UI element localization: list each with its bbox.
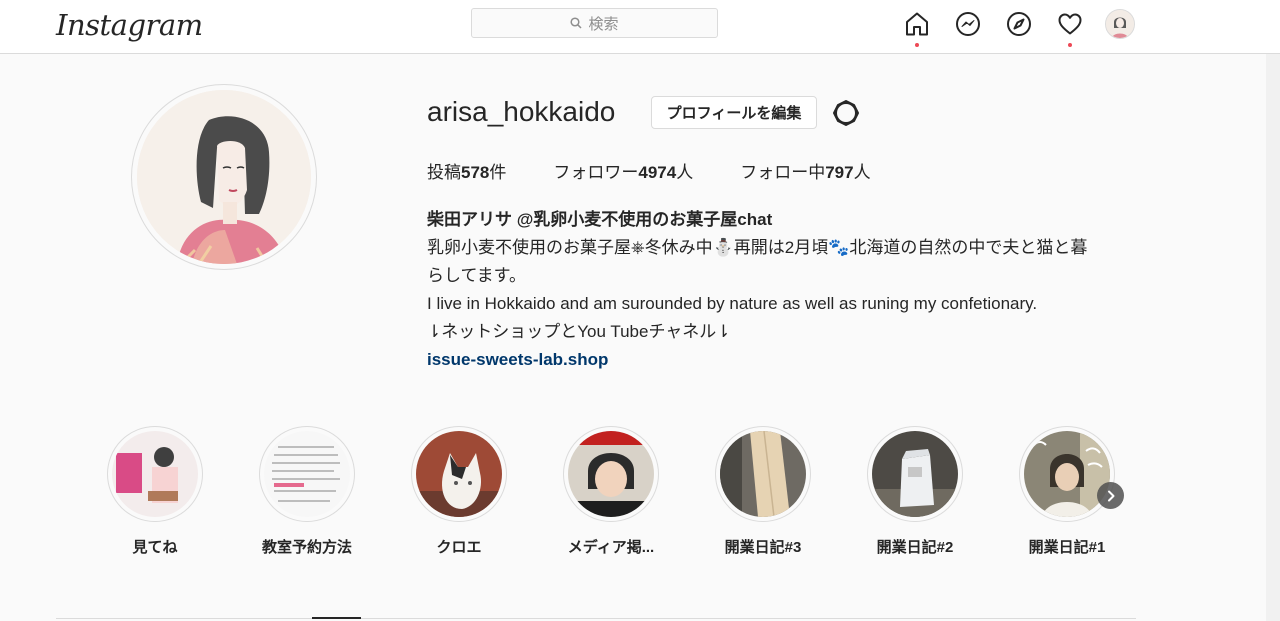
home-notification-dot	[915, 43, 919, 47]
following-link[interactable]: フォロー中797人	[740, 158, 870, 183]
bio-display-name: 柴田アリサ @乳卵小麦不使用のお菓子屋chat	[427, 210, 773, 229]
search-icon	[570, 17, 583, 29]
profile-username: arisa_hokkaido	[427, 96, 616, 127]
highlight-cover	[568, 431, 654, 517]
bio-line: らしてます。	[427, 266, 526, 285]
messenger-icon[interactable]	[955, 11, 981, 37]
active-tab-indicator	[312, 617, 361, 619]
highlight-cover	[1024, 431, 1110, 517]
top-nav-bar: Instagram 検索	[0, 0, 1280, 54]
page-scrollbar[interactable]	[1266, 54, 1280, 621]
instagram-logo[interactable]: Instagram	[56, 8, 203, 42]
bio-line: ⇂ネットショップとYou Tubeチャネル⇂	[427, 322, 731, 341]
highlight-label: 見てね	[132, 539, 178, 556]
highlight-item[interactable]: 教室予約方法	[257, 426, 357, 557]
posts-count: 投稿578件	[427, 163, 507, 182]
highlight-label: 開業日記#3	[724, 539, 802, 556]
search-placeholder: 検索	[588, 15, 619, 33]
followers-link[interactable]: フォロワー4974人	[553, 158, 693, 183]
highlight-item[interactable]: 開業日記#3	[713, 426, 813, 557]
highlight-cover	[416, 431, 502, 517]
activity-heart-icon[interactable]	[1057, 11, 1083, 37]
highlights-next-button[interactable]	[1097, 482, 1124, 509]
highlight-item[interactable]: 開業日記#2	[865, 426, 965, 557]
profile-stats: 投稿578件 フォロワー4974人 フォロー中797人	[427, 158, 871, 183]
profile-picture[interactable]	[131, 84, 317, 270]
profile-avatar[interactable]	[1105, 9, 1135, 39]
highlight-label: 教室予約方法	[261, 539, 352, 556]
profile-bio: 柴田アリサ @乳卵小麦不使用のお菓子屋chat 乳卵小麦不使用のお菓子屋⎈冬休み…	[427, 206, 1137, 374]
settings-gear-icon[interactable]	[832, 99, 860, 127]
tab-divider	[56, 618, 1136, 619]
home-icon[interactable]	[904, 11, 930, 37]
highlight-label: メディア掲...	[567, 539, 655, 556]
bio-line: I live in Hokkaido and am surounded by n…	[427, 294, 1038, 313]
highlight-cover	[872, 431, 958, 517]
chevron-right-icon	[1107, 490, 1114, 501]
bio-line: 乳卵小麦不使用のお菓子屋⎈冬休み中⛄再開は2月頃🐾北海道の自然の中で夫と猫と暮	[427, 238, 1088, 257]
portrait-illustration	[137, 90, 311, 264]
bio-website-link[interactable]: issue-sweets-lab.shop	[427, 346, 1137, 374]
explore-icon[interactable]	[1006, 11, 1032, 37]
highlight-label: 開業日記#2	[876, 539, 954, 556]
highlight-cover	[112, 431, 198, 517]
highlight-item[interactable]: 見てね	[105, 426, 205, 557]
highlight-label: クロエ	[436, 539, 482, 556]
activity-notification-dot	[1068, 43, 1072, 47]
highlight-cover	[264, 431, 350, 517]
highlight-label: 開業日記#1	[1028, 539, 1106, 556]
highlight-cover	[720, 431, 806, 517]
search-input[interactable]: 検索	[471, 8, 718, 38]
edit-profile-button[interactable]: プロフィールを編集	[651, 96, 817, 129]
highlight-item[interactable]: メディア掲...	[561, 426, 661, 557]
highlight-item[interactable]: クロエ	[409, 426, 509, 557]
